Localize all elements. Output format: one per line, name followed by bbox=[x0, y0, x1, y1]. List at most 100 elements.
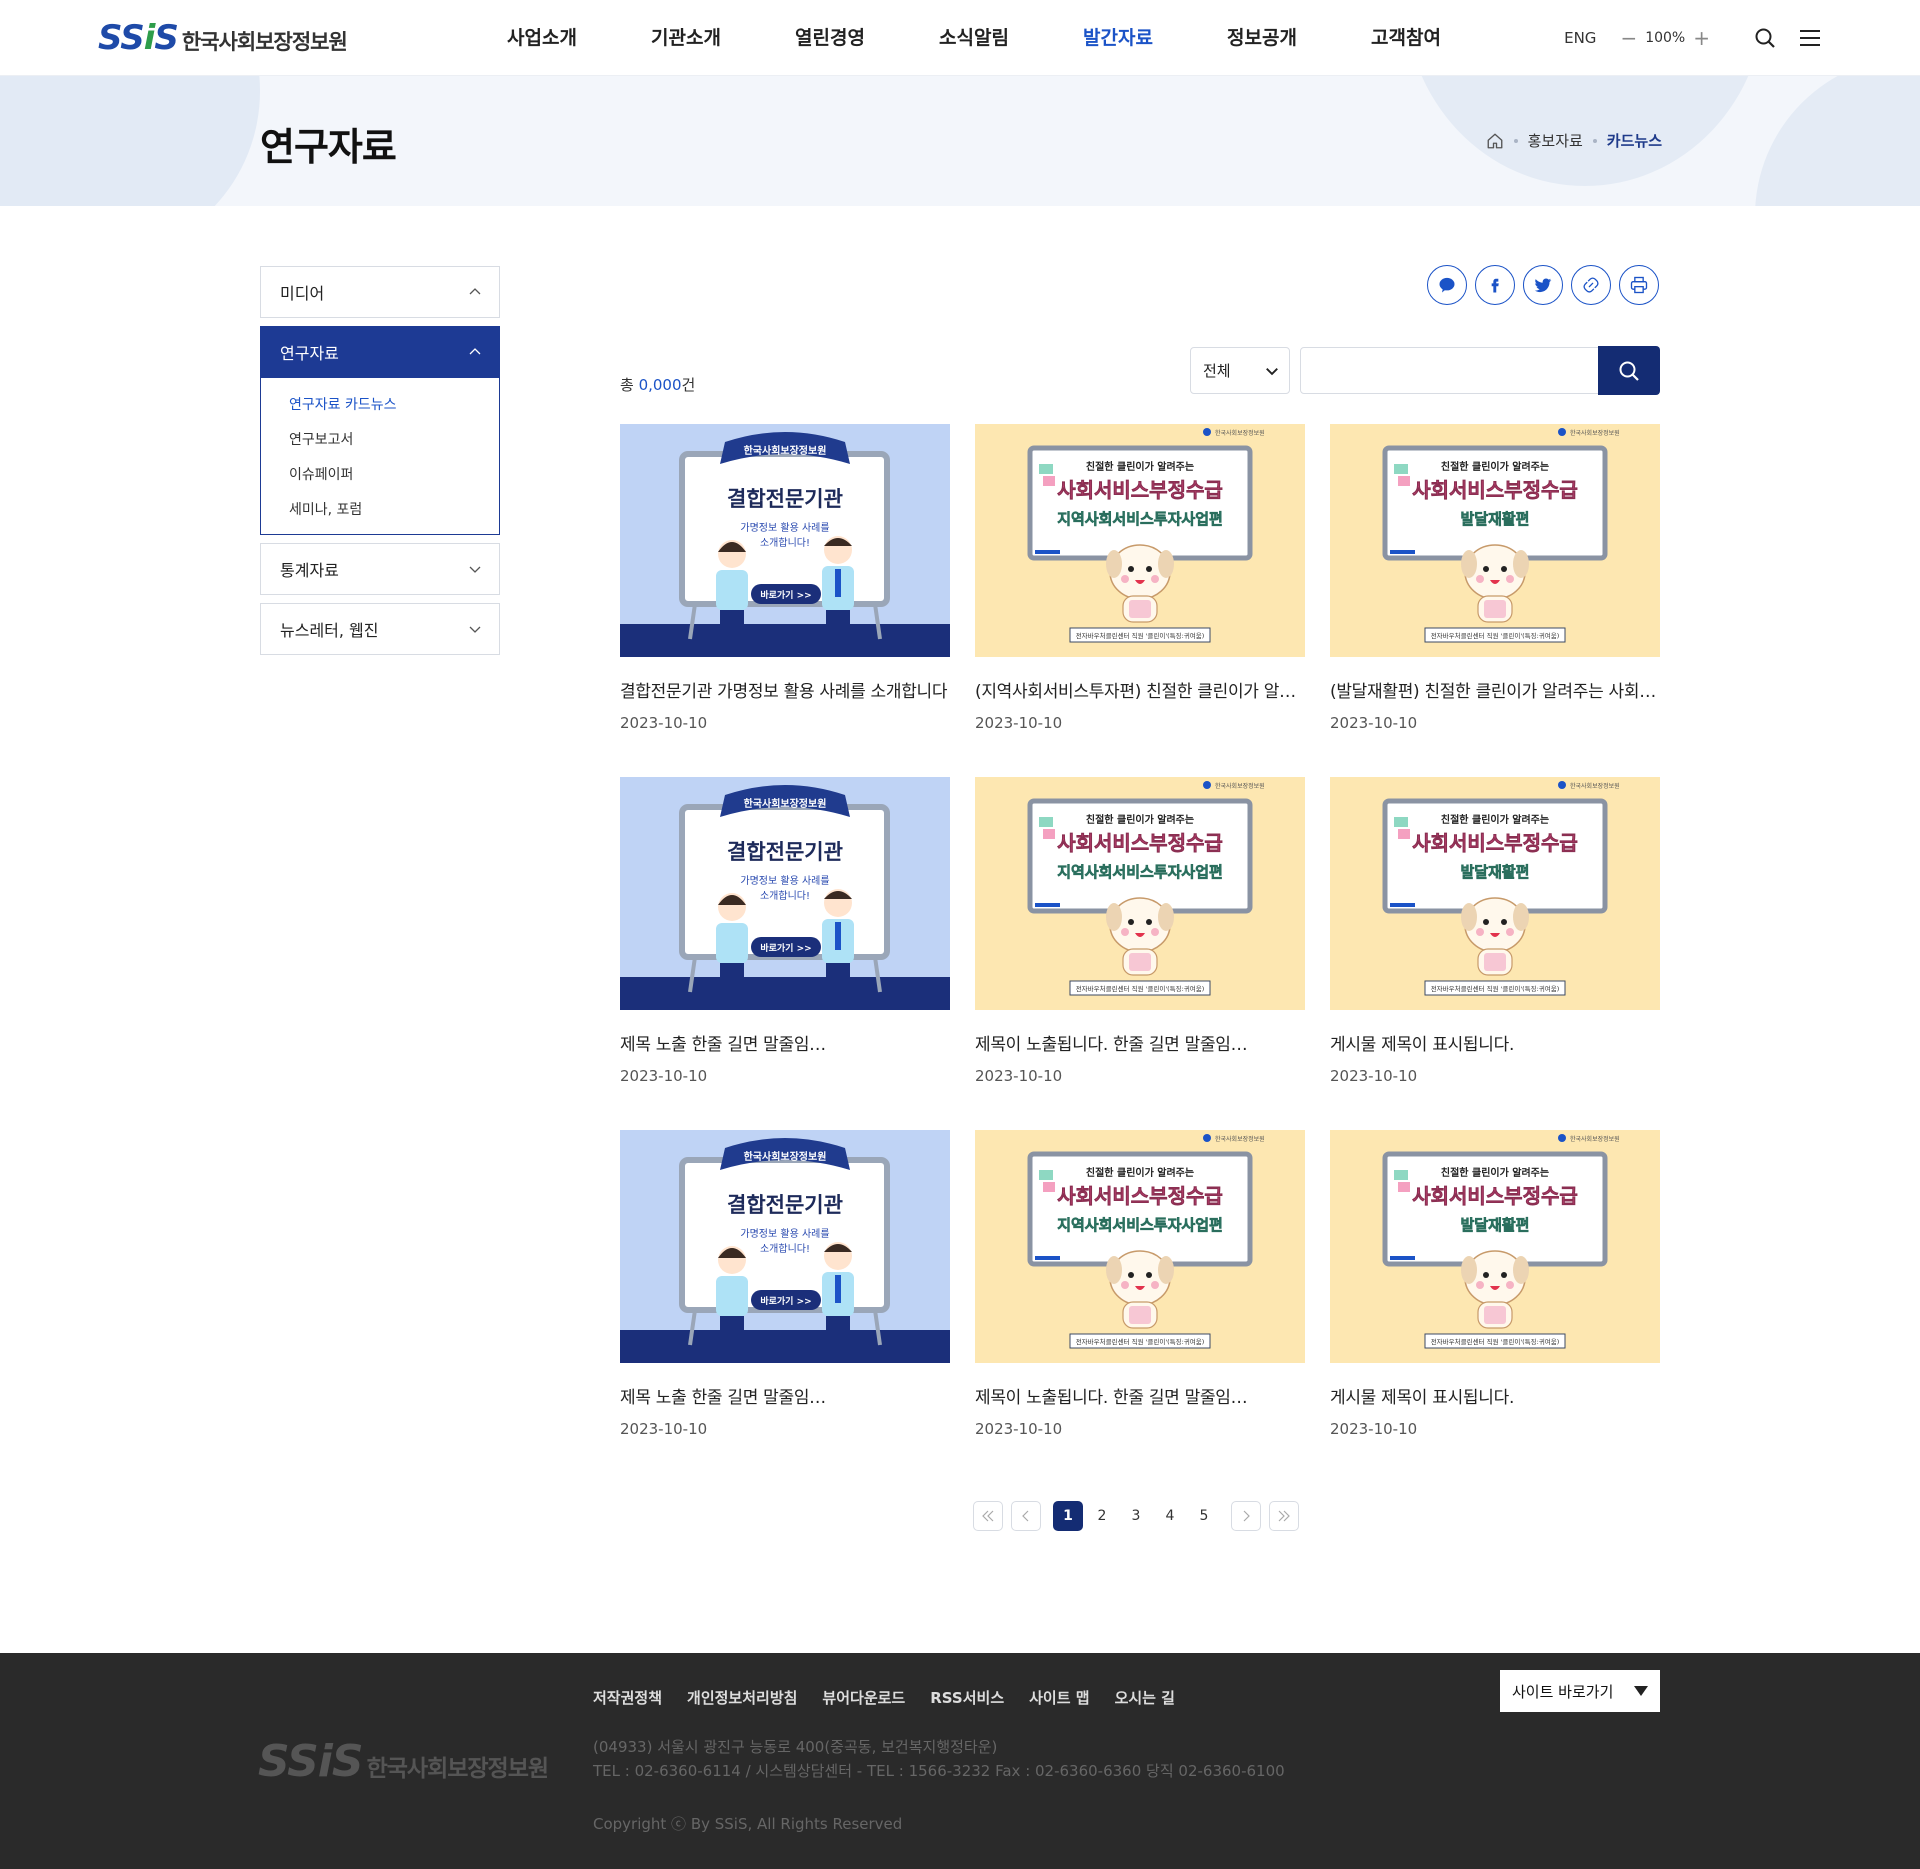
thumb-title: 결합전문기관 bbox=[727, 1193, 843, 1217]
card-title[interactable]: 게시물 제목이 표시됩니다. bbox=[1330, 1030, 1660, 1055]
search-icon bbox=[1619, 361, 1639, 381]
nav-item-disclosure[interactable]: 정보공개 bbox=[1190, 0, 1334, 76]
card-title[interactable]: 제목이 노출됩니다. 한줄 길면 말줄임… bbox=[975, 1030, 1305, 1055]
page-number[interactable]: 2 bbox=[1087, 1501, 1117, 1531]
card-thumbnail-wrap[interactable]: 한국사회보장정보원 결합전문기관 가명정보 활용 사례를 소개합니다! 바로가기… bbox=[620, 777, 950, 1010]
footer-link-viewer[interactable]: 뷰어다운로드 bbox=[822, 1687, 905, 1708]
submenu-item-reports[interactable]: 연구보고서 bbox=[289, 423, 499, 458]
link-icon bbox=[1583, 277, 1599, 293]
search-input[interactable] bbox=[1300, 347, 1600, 394]
card-news-item[interactable]: 한국사회보장정보원 친절한 클린이가 알려주는 사회서비스부정수급 지역사회서비… bbox=[975, 1130, 1305, 1443]
card-news-item[interactable]: 한국사회보장정보원 친절한 클린이가 알려주는 사회서비스부정수급 발달재활편 … bbox=[1330, 424, 1660, 737]
prev-page-button[interactable] bbox=[1011, 1501, 1041, 1531]
page-number[interactable]: 3 bbox=[1121, 1501, 1151, 1531]
thumb-top: 친절한 클린이가 알려주는 bbox=[1086, 460, 1194, 473]
search-icon[interactable] bbox=[1753, 26, 1777, 50]
zoom-out-button[interactable]: − bbox=[1620, 26, 1637, 50]
card-news-item[interactable]: 한국사회보장정보원 결합전문기관 가명정보 활용 사례를 소개합니다! 바로가기… bbox=[620, 777, 950, 1090]
thumb-line1: 가명정보 활용 사례를 bbox=[740, 1227, 829, 1240]
print-button[interactable] bbox=[1619, 265, 1659, 305]
side-nav-label: 뉴스레터, 웹진 bbox=[280, 621, 379, 640]
card-thumbnail-wrap[interactable]: 한국사회보장정보원 친절한 클린이가 알려주는 사회서비스부정수급 지역사회서비… bbox=[975, 1130, 1305, 1363]
caret-down-icon bbox=[1634, 1686, 1648, 1696]
card-date: 2023-10-10 bbox=[975, 1067, 1063, 1085]
card-title[interactable]: 제목이 노출됩니다. 한줄 길면 말줄임… bbox=[975, 1383, 1305, 1408]
menu-icon[interactable] bbox=[1798, 26, 1822, 50]
english-link[interactable]: ENG bbox=[1564, 29, 1596, 47]
card-thumbnail-wrap[interactable]: 한국사회보장정보원 친절한 클린이가 알려주는 사회서비스부정수급 발달재활편 … bbox=[1330, 777, 1660, 1010]
copy-link-button[interactable] bbox=[1571, 265, 1611, 305]
footer-link-sitemap[interactable]: 사이트 맵 bbox=[1029, 1687, 1089, 1708]
facebook-share-button[interactable] bbox=[1475, 265, 1515, 305]
footer-link-directions[interactable]: 오시는 길 bbox=[1115, 1687, 1175, 1708]
nav-item-news[interactable]: 소식알림 bbox=[902, 0, 1046, 76]
card-title[interactable]: (발달재활편) 친절한 클린이가 알려주는 사회서비스 bbox=[1330, 677, 1660, 702]
share-buttons bbox=[1427, 265, 1659, 305]
card-thumbnail: 한국사회보장정보원 친절한 클린이가 알려주는 사회서비스부정수급 발달재활편 … bbox=[1330, 777, 1660, 1010]
side-nav-item-statistics[interactable]: 통계자료 bbox=[260, 543, 500, 595]
thumb-button-label: 바로가기 >> bbox=[760, 1295, 811, 1307]
thumb-top: 친절한 클린이가 알려주는 bbox=[1086, 813, 1194, 826]
card-title[interactable]: 제목 노출 한줄 길면 말줄임… bbox=[620, 1030, 950, 1055]
site-logo[interactable]: SSiS 한국사회보장정보원 bbox=[98, 18, 348, 58]
card-news-item[interactable]: 한국사회보장정보원 친절한 클린이가 알려주는 사회서비스부정수급 지역사회서비… bbox=[975, 777, 1305, 1090]
card-title[interactable]: 제목 노출 한줄 길면 말줄임… bbox=[620, 1383, 950, 1408]
breadcrumb-current[interactable]: 카드뉴스 bbox=[1607, 130, 1662, 151]
side-nav-label: 통계자료 bbox=[280, 561, 339, 580]
thumb-sub: 지역사회서비스투자사업편 bbox=[1057, 863, 1223, 881]
decor-circle bbox=[1755, 76, 1920, 206]
side-nav-item-newsletter[interactable]: 뉴스레터, 웹진 bbox=[260, 603, 500, 655]
nav-item-business[interactable]: 사업소개 bbox=[470, 0, 614, 76]
thumb-top: 친절한 클린이가 알려주는 bbox=[1441, 460, 1549, 473]
footer-link-copyright[interactable]: 저작권정책 bbox=[593, 1687, 662, 1708]
card-title[interactable]: 게시물 제목이 표시됩니다. bbox=[1330, 1383, 1660, 1408]
nav-item-management[interactable]: 열린경영 bbox=[758, 0, 902, 76]
submenu-item-cardnews[interactable]: 연구자료 카드뉴스 bbox=[289, 388, 499, 423]
card-title[interactable]: (지역사회서비스투자편) 친절한 클린이가 알려주는 bbox=[975, 677, 1305, 702]
breadcrumb-separator bbox=[1513, 138, 1518, 143]
card-date: 2023-10-10 bbox=[1330, 1420, 1418, 1438]
card-news-item[interactable]: 한국사회보장정보원 결합전문기관 가명정보 활용 사례를 소개합니다! 바로가기… bbox=[620, 424, 950, 737]
breadcrumb-item[interactable]: 홍보자료 bbox=[1528, 130, 1583, 151]
thumb-caption: 전자바우처클린센터 직원 '클린이'(특징:귀여움) bbox=[1431, 631, 1560, 640]
home-icon[interactable] bbox=[1486, 132, 1504, 150]
last-page-button[interactable] bbox=[1269, 1501, 1299, 1531]
card-thumbnail-wrap[interactable]: 한국사회보장정보원 친절한 클린이가 알려주는 사회서비스부정수급 발달재활편 … bbox=[1330, 424, 1660, 657]
side-nav-item-media[interactable]: 미디어 bbox=[260, 266, 500, 318]
card-title[interactable]: 결합전문기관 가명정보 활용 사례를 소개합니다 bbox=[620, 677, 950, 702]
footer-link-rss[interactable]: RSS서비스 bbox=[930, 1687, 1004, 1708]
family-site-select[interactable]: 사이트 바로가기 bbox=[1500, 1670, 1660, 1712]
thumb-sub: 지역사회서비스투자사업편 bbox=[1057, 510, 1223, 528]
card-thumbnail-wrap[interactable]: 한국사회보장정보원 친절한 클린이가 알려주는 사회서비스부정수급 발달재활편 … bbox=[1330, 1130, 1660, 1363]
card-thumbnail-wrap[interactable]: 한국사회보장정보원 결합전문기관 가명정보 활용 사례를 소개합니다! 바로가기… bbox=[620, 1130, 950, 1363]
submenu-item-issuepaper[interactable]: 이슈페이퍼 bbox=[289, 458, 499, 493]
card-news-item[interactable]: 한국사회보장정보원 친절한 클린이가 알려주는 사회서비스부정수급 발달재활편 … bbox=[1330, 777, 1660, 1090]
page-number[interactable]: 4 bbox=[1155, 1501, 1185, 1531]
nav-item-publications[interactable]: 발간자료 bbox=[1046, 0, 1190, 76]
card-thumbnail: 한국사회보장정보원 친절한 클린이가 알려주는 사회서비스부정수급 지역사회서비… bbox=[975, 777, 1305, 1010]
card-thumbnail-wrap[interactable]: 한국사회보장정보원 결합전문기관 가명정보 활용 사례를 소개합니다! 바로가기… bbox=[620, 424, 950, 657]
card-news-item[interactable]: 한국사회보장정보원 친절한 클린이가 알려주는 사회서비스부정수급 발달재활편 … bbox=[1330, 1130, 1660, 1443]
nav-item-participation[interactable]: 고객참여 bbox=[1334, 0, 1478, 76]
card-date: 2023-10-10 bbox=[1330, 1067, 1418, 1085]
zoom-in-button[interactable]: + bbox=[1693, 26, 1710, 50]
kakaotalk-share-button[interactable] bbox=[1427, 265, 1467, 305]
page-number-current[interactable]: 1 bbox=[1053, 1501, 1083, 1531]
search-category-select[interactable]: 전체 bbox=[1190, 347, 1290, 394]
chevron-left-icon bbox=[1022, 1510, 1029, 1522]
next-page-button[interactable] bbox=[1231, 1501, 1261, 1531]
card-thumbnail-wrap[interactable]: 한국사회보장정보원 친절한 클린이가 알려주는 사회서비스부정수급 지역사회서비… bbox=[975, 424, 1305, 657]
footer-link-privacy[interactable]: 개인정보처리방침 bbox=[687, 1687, 797, 1708]
search-button[interactable] bbox=[1598, 346, 1660, 395]
card-news-item[interactable]: 한국사회보장정보원 결합전문기관 가명정보 활용 사례를 소개합니다! 바로가기… bbox=[620, 1130, 950, 1443]
card-thumbnail: 한국사회보장정보원 친절한 클린이가 알려주는 사회서비스부정수급 발달재활편 … bbox=[1330, 1130, 1660, 1363]
card-thumbnail-wrap[interactable]: 한국사회보장정보원 친절한 클린이가 알려주는 사회서비스부정수급 지역사회서비… bbox=[975, 777, 1305, 1010]
card-news-item[interactable]: 한국사회보장정보원 친절한 클린이가 알려주는 사회서비스부정수급 지역사회서비… bbox=[975, 424, 1305, 737]
first-page-button[interactable] bbox=[973, 1501, 1003, 1531]
submenu-item-seminar[interactable]: 세미나, 포럼 bbox=[289, 493, 499, 528]
twitter-share-button[interactable] bbox=[1523, 265, 1563, 305]
thumb-title: 사회서비스부정수급 bbox=[1412, 478, 1578, 502]
page-number[interactable]: 5 bbox=[1189, 1501, 1219, 1531]
nav-item-about[interactable]: 기관소개 bbox=[614, 0, 758, 76]
side-nav-item-research[interactable]: 연구자료 bbox=[260, 326, 500, 378]
